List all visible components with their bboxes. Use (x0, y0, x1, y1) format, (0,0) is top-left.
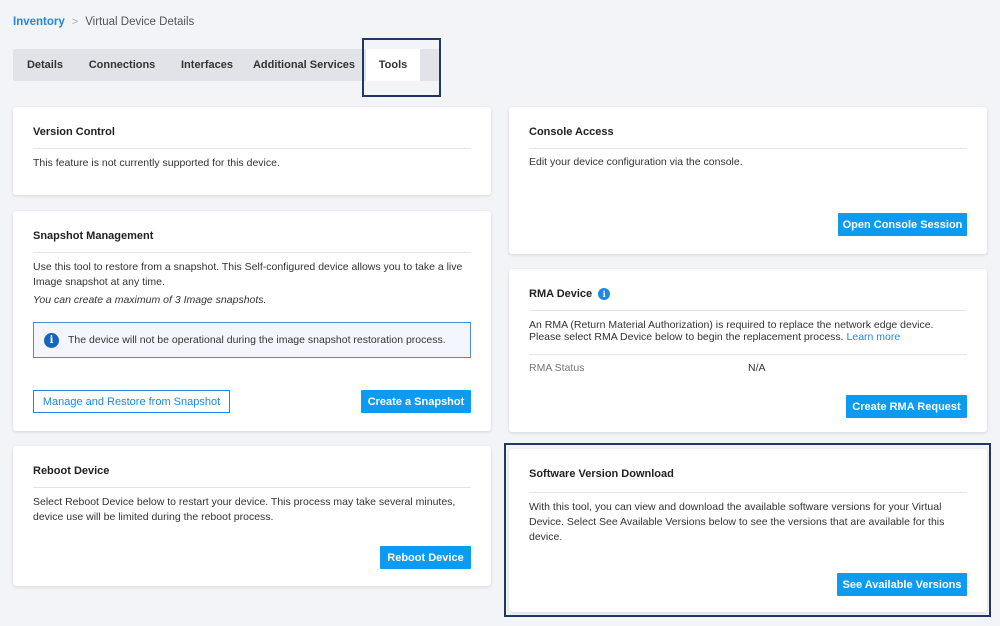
breadcrumb-inventory-link[interactable]: Inventory (13, 16, 65, 28)
create-rma-request-button[interactable]: Create RMA Request (846, 395, 967, 418)
breadcrumb: Inventory > Virtual Device Details (13, 16, 194, 28)
divider (529, 148, 967, 149)
snapshot-notice: i The device will not be operational dur… (33, 322, 471, 358)
tab-interfaces[interactable]: Interfaces (167, 49, 247, 81)
info-icon[interactable]: i (598, 288, 611, 300)
snapshot-text-line2: Image snapshot at any time. (33, 276, 165, 288)
divider (33, 487, 471, 488)
tab-additional-services[interactable]: Additional Services (247, 49, 361, 81)
info-icon: i (44, 332, 59, 348)
open-console-session-button[interactable]: Open Console Session (838, 213, 967, 236)
reboot-device-button[interactable]: Reboot Device (380, 546, 471, 569)
create-snapshot-button[interactable]: Create a Snapshot (361, 390, 471, 413)
divider (33, 252, 471, 253)
software-section-highlight (504, 443, 991, 617)
tools-tab-highlight (362, 38, 441, 97)
card-title: Reboot Device (33, 465, 110, 477)
version-control-text: This feature is not currently supported … (33, 157, 280, 169)
snapshot-management-card: Snapshot Management Use this tool to res… (13, 211, 491, 431)
rma-status-value: N/A (748, 362, 766, 374)
console-access-card: Console Access Edit your device configur… (509, 107, 987, 254)
reboot-text-line1: Select Reboot Device below to restart yo… (33, 496, 456, 508)
card-title: RMA Device i (529, 288, 611, 300)
snapshot-text-line1: Use this tool to restore from a snapshot… (33, 261, 463, 273)
reboot-device-card: Reboot Device Select Reboot Device below… (13, 446, 491, 586)
card-title: Version Control (33, 126, 115, 138)
tab-connections[interactable]: Connections (77, 49, 167, 81)
console-text: Edit your device configuration via the c… (529, 156, 743, 168)
version-control-card: Version Control This feature is not curr… (13, 107, 491, 195)
divider (33, 148, 471, 149)
card-title: Console Access (529, 126, 614, 138)
learn-more-link[interactable]: Learn more (847, 331, 901, 343)
snapshot-limit-note: You can create a maximum of 3 Image snap… (33, 294, 267, 306)
divider (529, 354, 967, 355)
breadcrumb-current: Virtual Device Details (85, 16, 195, 28)
reboot-text-line2: device use will be limited during the re… (33, 511, 274, 523)
divider (529, 310, 967, 311)
chevron-right-icon: > (71, 16, 79, 28)
rma-text-line2: Please select RMA Device below to begin … (529, 331, 901, 343)
snapshot-notice-text: The device will not be operational durin… (68, 334, 446, 346)
manage-restore-snapshot-button[interactable]: Manage and Restore from Snapshot (33, 390, 230, 413)
rma-device-card: RMA Device i An RMA (Return Material Aut… (509, 269, 987, 432)
card-title: Snapshot Management (33, 230, 154, 242)
rma-status-label: RMA Status (529, 362, 585, 374)
tab-details[interactable]: Details (13, 49, 77, 81)
